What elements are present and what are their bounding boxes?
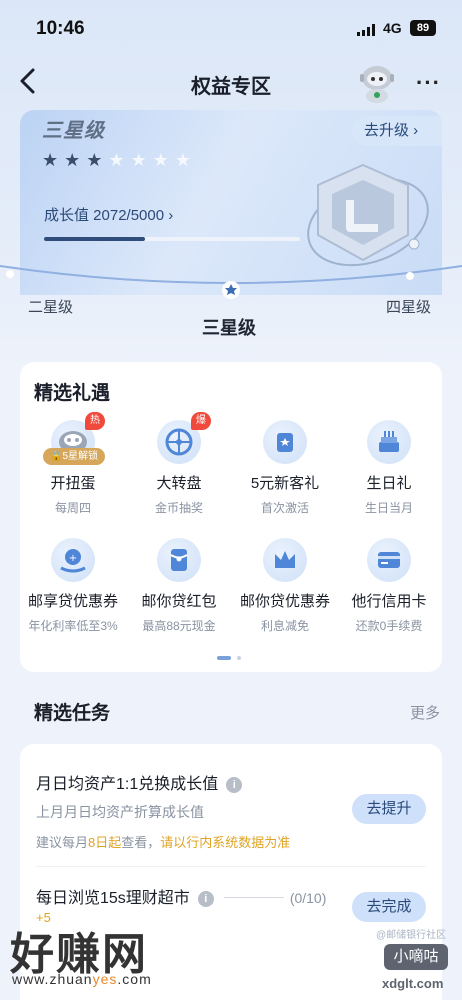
hot-tag: 热 — [85, 412, 105, 430]
gift-name: 邮你贷优惠券 — [239, 593, 330, 610]
star-filled-icon: ★ — [42, 150, 65, 170]
prev-level-label[interactable]: 二星级 — [28, 296, 73, 317]
growth-progress-fill — [44, 237, 145, 241]
watermark-community: @邮储银行社区 — [376, 930, 447, 941]
divider — [36, 866, 426, 867]
gift-item-capsule[interactable]: 热 🔒5星解锁 开扭蛋 每周四 — [20, 412, 126, 516]
star-filled-icon: ★ — [64, 150, 87, 170]
gift-item-loan-coupon[interactable]: + 邮享贷优惠券 年化利率低至3% — [20, 538, 126, 634]
task-item: 月日均资产1:1兑换成长值 i 上月月日均资产折算成长值 建议每月8日起查看，请以… — [36, 770, 426, 851]
star-filled-icon: ★ — [86, 150, 109, 170]
star-empty-icon: ★ — [152, 150, 175, 170]
star-empty-icon: ★ — [130, 150, 153, 170]
robot-avatar-icon[interactable] — [356, 62, 398, 104]
gifts-title: 精选礼遇 — [34, 383, 111, 404]
status-time: 10:46 — [36, 18, 85, 39]
credit-card-icon — [367, 538, 411, 582]
gift-name: 大转盘 — [156, 475, 202, 492]
gift-item-birthday[interactable]: 生日礼 生日当月 — [336, 420, 442, 516]
star-rating: ★★★★★★★ — [42, 150, 197, 171]
task-progress-line — [223, 897, 284, 898]
task-title: 每日浏览15s理财超市 — [36, 890, 190, 907]
more-options-button[interactable]: ··· — [416, 70, 441, 96]
svg-text:+: + — [69, 553, 77, 564]
gift-item-new-customer[interactable]: 5元新客礼 首次激活 — [232, 420, 338, 516]
watermark-site: xdglt.com — [382, 976, 444, 991]
next-level-label[interactable]: 四星级 — [386, 296, 431, 317]
wheel-icon: 爆 — [157, 412, 211, 464]
tasks-more-link[interactable]: 更多 — [410, 702, 440, 723]
capsule-machine-icon: 热 🔒5星解锁 — [43, 412, 105, 465]
battery-icon: 89 — [410, 20, 436, 36]
gift-bag-icon — [263, 420, 307, 464]
gift-name: 开扭蛋 — [50, 475, 96, 492]
gift-sub: 利息减免 — [260, 619, 309, 633]
star-empty-icon: ★ — [174, 150, 197, 170]
info-icon[interactable]: i — [197, 891, 214, 907]
gift-sub: 年化利率低至3% — [28, 619, 118, 633]
red-packet-icon — [157, 538, 201, 582]
task-title: 月日均资产1:1兑换成长值 — [36, 776, 219, 793]
task-tip: 建议每月8日起查看，请以行内系统数据为准 — [36, 835, 291, 850]
gift-name: 他行信用卡 — [351, 593, 427, 610]
loan-coupon-icon: + — [51, 538, 95, 582]
task-item: 每日浏览15s理财超市 i (0/10) 去完成 — [36, 884, 426, 922]
watermark-badge: 小嘀咕 — [384, 944, 448, 970]
gift-name: 5元新客礼 — [250, 475, 320, 492]
complete-button[interactable]: 去完成 — [352, 892, 426, 922]
info-icon[interactable]: i — [226, 777, 243, 793]
tasks-title: 精选任务 — [34, 703, 111, 724]
featured-gifts-card: 精选礼遇 热 🔒5星解锁 开扭蛋 每周四 爆 大转盘 金币抽奖 5元新客礼 首次… — [20, 362, 442, 672]
improve-button[interactable]: 去提升 — [352, 794, 426, 824]
current-level-label[interactable]: 三星级 — [202, 314, 256, 340]
current-level-name: 三星级 — [42, 120, 105, 142]
gift-item-interest-coupon[interactable]: 邮你贷优惠券 利息减免 — [232, 538, 338, 634]
status-bar: 10:46 4G 89 — [0, 0, 462, 58]
growth-value-link[interactable]: 成长值 2072/5000 › — [44, 204, 173, 225]
growth-progress-bar — [44, 237, 300, 241]
network-type: 4G — [383, 20, 402, 36]
explosive-tag: 爆 — [191, 412, 211, 430]
gift-sub: 还款0手续费 — [355, 619, 423, 633]
gift-name: 邮享贷优惠券 — [27, 593, 118, 610]
gift-item-wheel[interactable]: 爆 大转盘 金币抽奖 — [126, 412, 232, 516]
star-empty-icon: ★ — [108, 150, 131, 170]
gift-name: 邮你贷红包 — [141, 593, 217, 610]
gift-sub: 每周四 — [54, 501, 91, 515]
navigation-bar: 权益专区 ··· — [0, 58, 462, 108]
gift-sub: 生日当月 — [364, 501, 413, 515]
gift-sub: 金币抽奖 — [154, 501, 203, 515]
task-progress: (0/10) — [289, 890, 327, 906]
signal-icon — [357, 24, 375, 36]
birthday-cake-icon — [367, 420, 411, 464]
gift-name: 生日礼 — [366, 475, 412, 492]
gift-sub: 首次激活 — [260, 501, 309, 515]
gift-item-red-packet[interactable]: 邮你贷红包 最高88元现金 — [126, 538, 232, 634]
gift-sub: 最高88元现金 — [142, 619, 216, 633]
crown-icon — [263, 538, 307, 582]
gift-item-credit-card[interactable]: 他行信用卡 还款0手续费 — [336, 538, 442, 634]
watermark-url: www.zhuanyes.com — [12, 971, 152, 987]
lock-badge: 🔒5星解锁 — [43, 448, 105, 465]
upgrade-button[interactable]: 去升级 › — [352, 116, 442, 146]
page-indicator — [217, 656, 247, 662]
